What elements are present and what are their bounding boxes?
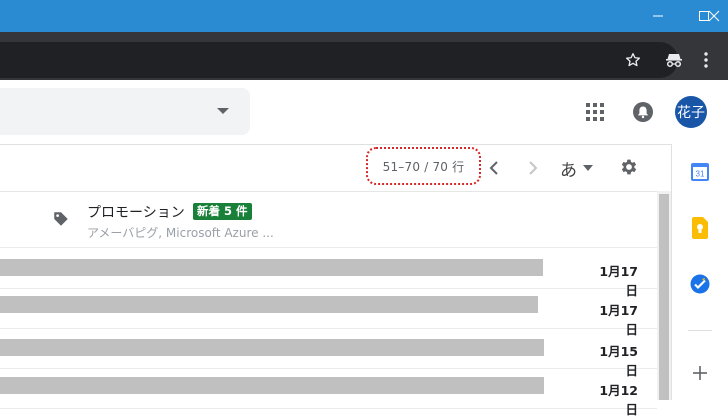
- new-count-badge: 新着 5 件: [193, 203, 252, 220]
- incognito-button[interactable]: [662, 48, 686, 72]
- category-senders: アメーバピグ, Microsoft Azure ...: [87, 226, 274, 240]
- page-range-indicator: 51–70 / 70 行: [366, 147, 481, 185]
- add-icon: [693, 366, 707, 380]
- calendar-day: 31: [696, 170, 705, 179]
- input-tools-label: あ: [560, 160, 577, 181]
- redacted-email-content: [0, 339, 544, 356]
- window-titlebar: [0, 0, 728, 32]
- chevron-right-icon: [529, 161, 538, 175]
- tag-icon: [50, 208, 72, 230]
- input-tools-button[interactable]: あ: [560, 154, 593, 182]
- settings-button[interactable]: [616, 154, 642, 180]
- bookmark-star-button[interactable]: [621, 48, 645, 72]
- older-page-button[interactable]: [521, 156, 545, 180]
- scrollbar-thumb[interactable]: [659, 194, 669, 400]
- close-icon: [708, 10, 720, 22]
- keep-button[interactable]: [688, 216, 712, 240]
- apps-grid-icon: [586, 103, 604, 121]
- menu-dots-icon: [704, 52, 708, 68]
- notifications-button[interactable]: [629, 98, 657, 126]
- email-date: 1月12日: [599, 383, 638, 417]
- apps-button[interactable]: [581, 98, 609, 126]
- redacted-email-content: [0, 296, 538, 313]
- browser-menu-button[interactable]: [694, 48, 718, 72]
- gear-icon: [621, 159, 637, 175]
- calendar-button[interactable]: 31: [688, 160, 712, 184]
- notifications-icon: [633, 102, 653, 122]
- keep-icon: [692, 217, 708, 239]
- category-name: プロモーション: [87, 205, 185, 221]
- add-addon-button[interactable]: [688, 361, 712, 385]
- caret-down-icon: [583, 165, 593, 171]
- address-bar[interactable]: [0, 42, 678, 78]
- account-avatar[interactable]: 花子: [675, 96, 707, 128]
- tasks-icon: [690, 274, 710, 294]
- minimize-icon: [653, 15, 663, 17]
- caret-down-icon: [217, 108, 229, 114]
- incognito-icon: [666, 54, 682, 68]
- chevron-left-icon: [489, 161, 498, 175]
- redacted-email-content: [0, 377, 544, 394]
- close-button[interactable]: [700, 0, 728, 32]
- search-options-button[interactable]: [214, 102, 232, 120]
- star-icon: [626, 53, 640, 67]
- newer-page-button[interactable]: [482, 156, 506, 180]
- calendar-icon: 31: [691, 163, 709, 181]
- tasks-button[interactable]: [688, 272, 712, 296]
- redacted-email-content: [0, 259, 543, 276]
- side-panel-divider: [688, 330, 712, 331]
- search-bar[interactable]: [0, 88, 250, 135]
- minimize-button[interactable]: [635, 0, 681, 32]
